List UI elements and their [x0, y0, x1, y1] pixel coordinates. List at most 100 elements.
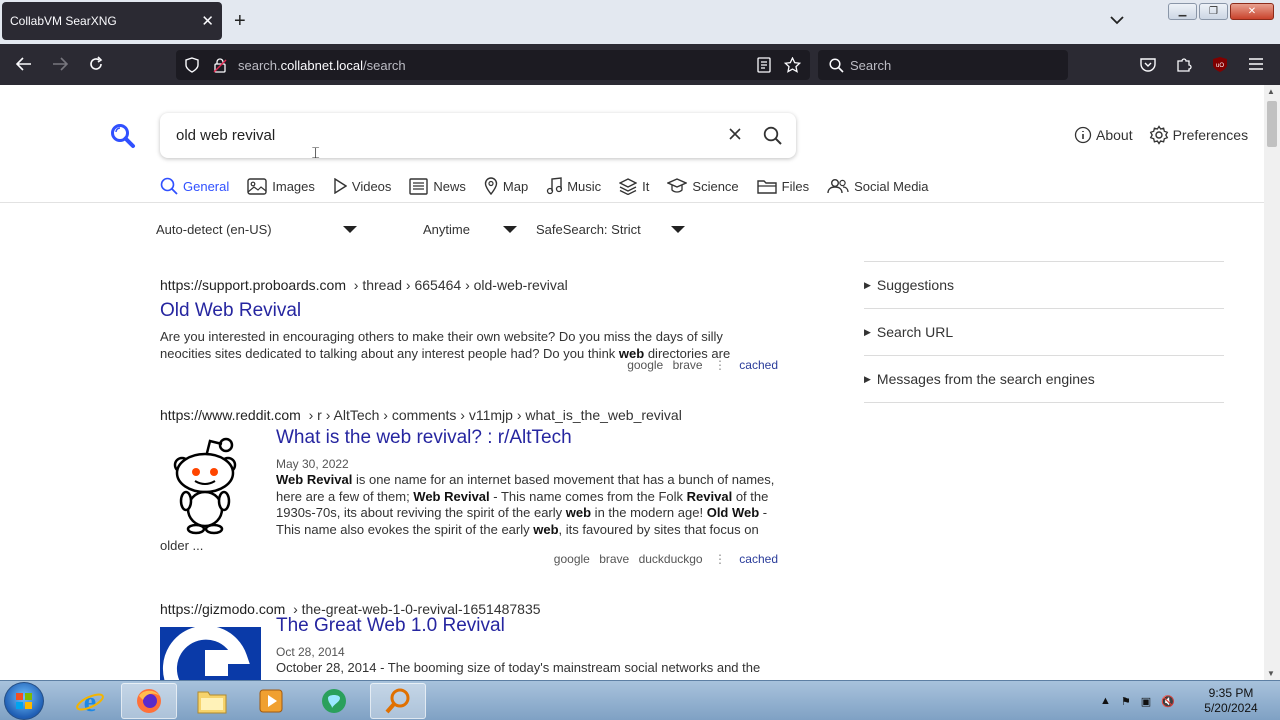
bookmark-star-icon[interactable]: [782, 55, 802, 75]
firefox-icon[interactable]: [121, 683, 177, 719]
tab-map[interactable]: Map: [484, 175, 528, 197]
tab-music[interactable]: Music: [546, 175, 601, 197]
media-player-icon[interactable]: [243, 683, 299, 719]
search-result: https://www.reddit.com › r › AltTech › c…: [160, 407, 780, 567]
network-icon[interactable]: ▣: [1141, 695, 1151, 708]
snippet-text: of the: [732, 488, 769, 504]
clock-date: 5/20/2024: [1204, 701, 1258, 715]
clear-search-icon[interactable]: [728, 127, 742, 146]
file-explorer-icon[interactable]: [184, 683, 240, 719]
info-icon: [1074, 126, 1092, 144]
tab-videos[interactable]: Videos: [333, 175, 391, 197]
minimize-icon[interactable]: ▁: [1168, 3, 1197, 20]
browser-tab[interactable]: CollabVM SearXNG ✕: [2, 2, 222, 40]
restore-icon[interactable]: ❐: [1199, 3, 1228, 20]
text-cursor-icon: 𝙸: [310, 145, 322, 162]
browser-search-bar[interactable]: Search: [818, 50, 1068, 80]
result-breadcrumb: › thread › 665464 › old-web-revival: [353, 277, 568, 293]
tab-science[interactable]: Science: [667, 175, 739, 197]
result-title-link[interactable]: Old Web Revival: [160, 300, 780, 322]
layers-icon: [619, 177, 638, 195]
tab-it[interactable]: It: [619, 175, 649, 197]
cached-link[interactable]: cached: [739, 358, 778, 372]
window-close-icon[interactable]: ✕: [1230, 3, 1274, 20]
gear-icon: [1149, 125, 1168, 145]
tab-images[interactable]: Images: [247, 175, 315, 197]
tab-label: It: [642, 178, 650, 194]
cached-link[interactable]: cached: [739, 552, 778, 566]
messenger-icon[interactable]: [306, 683, 362, 719]
result-body: The Great Web 1.0 Revival Oct 28, 2014 O…: [276, 615, 780, 677]
snippet-highlight: Web Revival: [276, 472, 353, 487]
forward-arrow-icon[interactable]: [50, 54, 70, 74]
clock-time: 9:35 PM: [1208, 686, 1254, 700]
scroll-up-icon[interactable]: ▲: [1267, 87, 1275, 96]
reload-icon[interactable]: [86, 54, 106, 74]
back-arrow-icon[interactable]: [14, 54, 34, 74]
extensions-puzzle-icon[interactable]: [1174, 54, 1194, 74]
search-submit-icon[interactable]: [763, 126, 782, 150]
url-bar[interactable]: search.collabnet.local/search: [176, 50, 810, 80]
result-url[interactable]: https://www.reddit.com › r › AltTech › c…: [160, 407, 780, 423]
search-app-icon[interactable]: [370, 683, 426, 719]
snippet-highlight: web: [533, 521, 559, 537]
chevron-down-icon: [670, 226, 685, 233]
tab-news[interactable]: News: [409, 175, 466, 197]
pocket-icon[interactable]: [1138, 54, 1158, 74]
time-range-value: Anytime: [423, 222, 470, 237]
searxng-logo-icon[interactable]: [110, 123, 136, 154]
tab-files[interactable]: Files: [756, 175, 809, 197]
engine-label: google: [627, 358, 664, 372]
volume-muted-icon[interactable]: 🔇: [1161, 695, 1175, 708]
shield-icon[interactable]: [182, 55, 202, 75]
snippet-text: Are you interested in encouraging others…: [160, 329, 723, 344]
suggestions-toggle[interactable]: ▶ Suggestions: [864, 262, 1224, 308]
reader-view-icon[interactable]: [754, 55, 774, 75]
snippet-text: -: [759, 505, 768, 520]
navigation-toolbar: search.collabnet.local/search Search uO: [0, 44, 1280, 85]
result-url[interactable]: https://support.proboards.com › thread ›…: [160, 277, 780, 293]
ublock-origin-icon[interactable]: uO: [1210, 54, 1230, 74]
browser-search-placeholder: Search: [850, 58, 892, 73]
result-engines: google brave duckduckgo ⋮ cached: [548, 552, 778, 566]
url-text[interactable]: search.collabnet.local/search: [238, 58, 406, 73]
time-range-select[interactable]: Anytime: [423, 222, 517, 237]
start-button[interactable]: [4, 682, 44, 720]
safesearch-select[interactable]: SafeSearch: Strict: [536, 222, 685, 237]
tab-general[interactable]: General: [160, 175, 229, 197]
snippet-highlight: Old Web: [706, 505, 760, 520]
list-tabs-icon[interactable]: [1110, 12, 1124, 30]
show-hidden-icons-icon[interactable]: ▲: [1100, 695, 1111, 707]
page-scrollbar[interactable]: ▲ ▼: [1264, 85, 1280, 680]
tab-social-media[interactable]: Social Media: [827, 175, 929, 197]
svg-text:uO: uO: [1216, 63, 1224, 69]
preferences-link[interactable]: Preferences: [1149, 125, 1248, 145]
search-input[interactable]: old web revival: [176, 127, 275, 144]
tab-label: Map: [502, 178, 529, 194]
new-tab-icon[interactable]: +: [234, 10, 246, 32]
tab-label: News: [433, 178, 466, 194]
divider: [864, 402, 1224, 403]
gizmodo-thumbnail[interactable]: [160, 627, 261, 680]
search-url-toggle[interactable]: ▶ Search URL: [864, 309, 1224, 355]
hamburger-menu-icon[interactable]: [1246, 54, 1266, 74]
result-title-link[interactable]: What is the web revival? : r/AltTech: [276, 427, 780, 449]
result-title-link[interactable]: The Great Web 1.0 Revival: [276, 615, 780, 637]
reddit-thumbnail[interactable]: [160, 435, 260, 535]
scroll-down-icon[interactable]: ▼: [1267, 669, 1275, 678]
search-box[interactable]: old web revival: [160, 113, 796, 158]
insecure-lock-icon[interactable]: [210, 55, 230, 75]
action-center-flag-icon[interactable]: ⚑: [1121, 695, 1131, 708]
engine-messages-toggle[interactable]: ▶ Messages from the search engines: [864, 356, 1224, 402]
engine-label: brave: [672, 358, 703, 372]
graduation-cap-icon: [667, 178, 688, 193]
snippet-text: neocities sites dedicated to talking abo…: [160, 345, 619, 361]
taskbar-clock[interactable]: 9:35 PM 5/20/2024: [1196, 686, 1266, 716]
about-link[interactable]: About: [1074, 125, 1133, 145]
language-value: Auto-detect (en-US): [156, 222, 272, 237]
language-select[interactable]: Auto-detect (en-US): [156, 222, 357, 237]
url-subdomain: search.: [238, 58, 281, 73]
tab-close-icon[interactable]: ✕: [201, 12, 214, 30]
scroll-thumb[interactable]: [1267, 101, 1277, 147]
internet-explorer-icon[interactable]: e: [62, 683, 118, 719]
